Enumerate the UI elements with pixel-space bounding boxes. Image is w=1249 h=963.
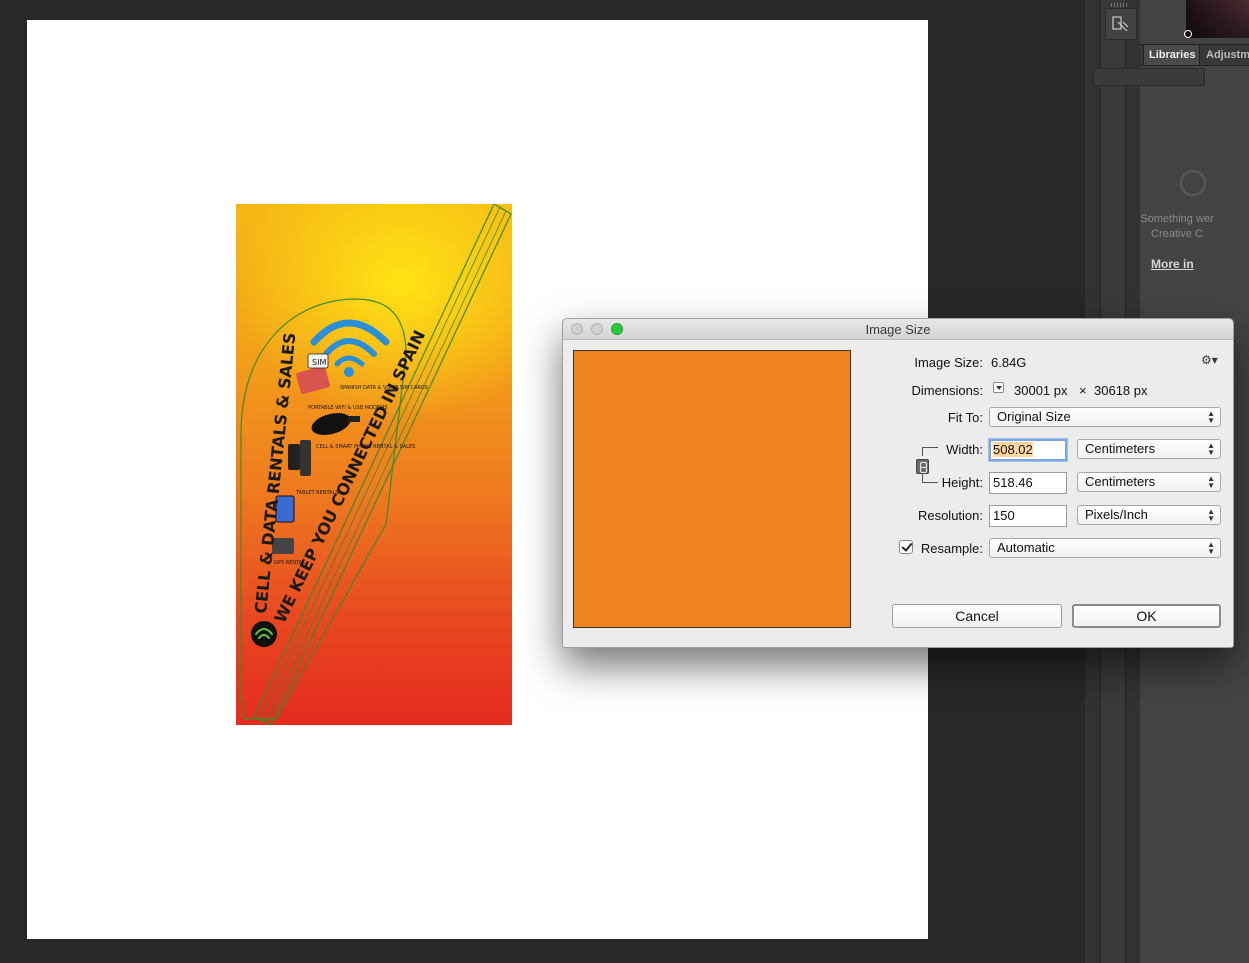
dock-grip-handle[interactable] [1111,3,1129,7]
cancel-button[interactable]: Cancel [892,604,1062,628]
dialog-titlebar[interactable]: Image Size [563,319,1233,340]
resolution-unit-select[interactable]: Pixels/Inch ▲ ▼ [1077,505,1221,525]
library-error-line1: Something wer [1140,213,1214,225]
image-size-value: 6.84G [991,355,1027,370]
cloud-sync-icon [1180,170,1206,196]
minimize-window-button[interactable] [591,323,603,335]
select-arrows-icon: ▲ ▼ [1207,507,1215,523]
library-dropdown[interactable] [1093,68,1205,86]
select-arrows-icon: ▲ ▼ [1207,540,1215,556]
close-window-button[interactable] [571,323,583,335]
height-unit-select[interactable]: Centimeters ▲ ▼ [1077,472,1221,492]
image-size-dialog: Image Size ⚙▾ Image Size: 6.84G Dimensio… [562,318,1234,648]
library-error-line2: Creative C [1151,228,1203,240]
image-size-label: Image Size: [914,355,983,370]
library-error-message: Something wer Creative C [1107,212,1247,242]
resample-label[interactable]: Resample: [917,541,983,556]
height-input-value: 518.46 [993,475,1033,490]
settings-gear-icon[interactable]: ⚙▾ [1201,353,1218,367]
width-input-value: 508.02 [993,442,1033,457]
select-arrows-icon: ▲ ▼ [1207,441,1215,457]
dimensions-label: Dimensions: [911,383,983,398]
color-picker-marker[interactable] [1184,30,1192,38]
select-arrows-icon: ▲ ▼ [1207,474,1215,490]
resolution-unit-selected: Pixels/Inch [1085,507,1148,522]
dialog-title: Image Size [865,322,931,337]
width-label: Width: [946,442,983,457]
resample-method-selected: Automatic [997,540,1055,555]
color-picker-field[interactable] [1184,0,1249,38]
zoom-window-button[interactable] [611,323,623,335]
dimensions-height-value: 30618 px [1094,383,1148,398]
constrain-proportions-link-icon[interactable] [916,459,929,474]
image-preview[interactable] [573,350,851,628]
height-label: Height: [941,475,983,490]
panel-tab-bar: Libraries Adjustm [1140,44,1249,66]
resample-checkbox[interactable] [899,540,913,554]
width-input[interactable]: 508.02 [989,439,1067,461]
ok-button[interactable]: OK [1072,604,1221,628]
resolution-input[interactable]: 150 [989,505,1067,527]
tab-libraries[interactable]: Libraries [1143,45,1200,65]
resolution-label: Resolution: [917,508,983,523]
width-unit-selected: Centimeters [1085,441,1156,456]
height-unit-selected: Centimeters [1085,474,1156,489]
tab-adjustments[interactable]: Adjustm [1201,45,1249,65]
more-info-link[interactable]: More in [1151,257,1194,271]
select-arrows-icon: ▲ ▼ [1207,409,1215,425]
width-unit-select[interactable]: Centimeters ▲ ▼ [1077,439,1221,459]
dimensions-width-value: 30001 px [1014,383,1068,398]
dimensions-separator: × [1079,383,1087,398]
flag-artwork-graphic: SIM SPANISH DATA & VOICE SIM CARDS PORTA… [240,204,512,725]
panel-toggle-button[interactable] [1105,8,1137,40]
resolution-input-value: 150 [993,508,1015,523]
brush-preset-icon [1112,16,1129,32]
dimensions-units-toggle[interactable] [993,382,1004,393]
flag-artwork: SIM SPANISH DATA & VOICE SIM CARDS PORTA… [236,204,512,725]
resample-method-select[interactable]: Automatic ▲ ▼ [989,538,1221,558]
fit-to-selected: Original Size [997,409,1071,424]
fit-to-label: Fit To: [947,410,983,425]
fit-to-select[interactable]: Original Size ▲ ▼ [989,407,1221,427]
height-input[interactable]: 518.46 [989,472,1067,494]
sim-badge: SIM [312,358,326,367]
